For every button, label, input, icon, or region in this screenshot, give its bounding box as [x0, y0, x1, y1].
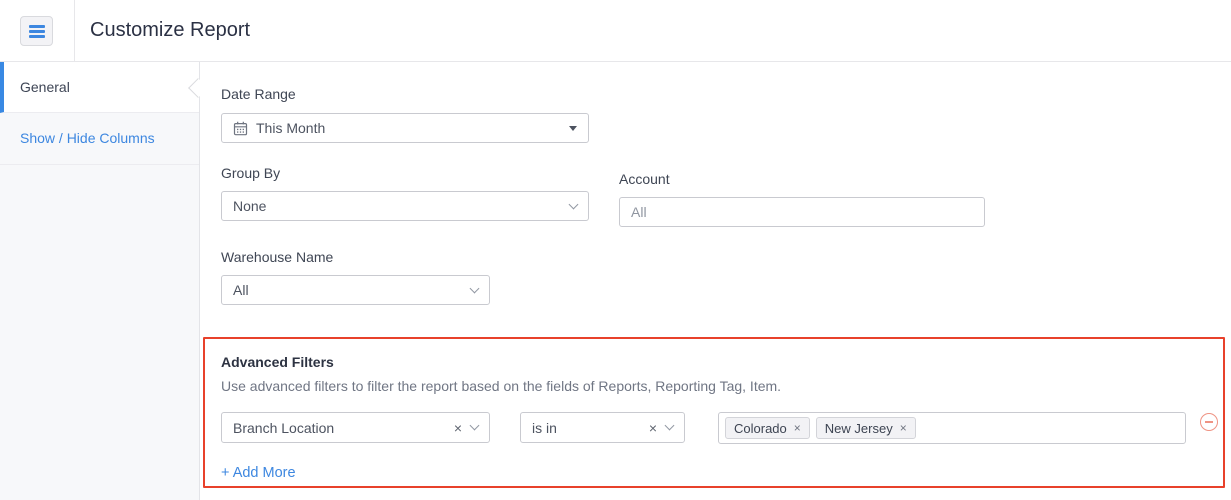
- warehouse-name-select[interactable]: All: [221, 275, 490, 305]
- customize-report-page: Customize Report General Show / Hide Col…: [0, 0, 1231, 500]
- advanced-filters-description: Use advanced filters to filter the repor…: [221, 378, 782, 394]
- warehouse-name-value: All: [233, 282, 249, 298]
- tag-label: Colorado: [734, 420, 787, 436]
- warehouse-name-label: Warehouse Name: [221, 249, 334, 265]
- filter-values-input[interactable]: Colorado × New Jersey ×: [718, 412, 1186, 444]
- add-more-link[interactable]: + Add More: [221, 465, 296, 481]
- remove-circle-icon: [1205, 421, 1213, 423]
- menu-button[interactable]: [20, 16, 53, 46]
- hamburger-icon: [28, 34, 45, 38]
- caret-down-icon: [569, 125, 577, 131]
- clear-x-icon[interactable]: ×: [649, 421, 657, 435]
- sidebar-item-label: Show / Hide Columns: [20, 130, 155, 146]
- filter-operator-value: is in: [532, 419, 557, 436]
- page-title: Customize Report: [90, 19, 251, 41]
- header-divider: [74, 0, 75, 61]
- filter-field-value: Branch Location: [233, 419, 335, 436]
- date-range-select[interactable]: This Month: [221, 113, 589, 143]
- filter-operator-select[interactable]: is in ×: [520, 412, 685, 443]
- group-by-label: Group By: [221, 165, 281, 181]
- tag-label: New Jersey: [824, 420, 893, 436]
- date-range-value: This Month: [256, 120, 326, 136]
- chevron-down-icon: [469, 420, 480, 431]
- group-by-value: None: [233, 198, 267, 214]
- clear-x-icon[interactable]: ×: [454, 421, 462, 435]
- hamburger-icon: [28, 29, 45, 33]
- filter-field-select[interactable]: Branch Location ×: [221, 412, 490, 443]
- sidebar-item-show-hide-columns[interactable]: Show / Hide Columns: [0, 113, 199, 165]
- account-label: Account: [619, 171, 670, 187]
- remove-tag-icon[interactable]: ×: [794, 422, 801, 434]
- filter-value-tag: Colorado ×: [725, 417, 810, 439]
- group-by-select[interactable]: None: [221, 191, 589, 221]
- sidebar-item-label: General: [20, 79, 70, 95]
- filter-value-tag: New Jersey ×: [815, 417, 916, 439]
- header: Customize Report: [0, 0, 1231, 62]
- chevron-down-icon: [568, 199, 579, 209]
- advanced-filters-title: Advanced Filters: [221, 354, 334, 370]
- calendar-icon: [233, 121, 248, 136]
- sidebar: General Show / Hide Columns: [0, 62, 200, 500]
- sidebar-item-general[interactable]: General: [0, 62, 199, 113]
- date-range-label: Date Range: [221, 86, 296, 102]
- hamburger-icon: [28, 24, 45, 28]
- chevron-down-icon: [664, 420, 675, 431]
- remove-filter-row-button[interactable]: [1200, 413, 1218, 431]
- remove-tag-icon[interactable]: ×: [900, 422, 907, 434]
- account-input[interactable]: [619, 197, 985, 227]
- chevron-down-icon: [469, 283, 480, 293]
